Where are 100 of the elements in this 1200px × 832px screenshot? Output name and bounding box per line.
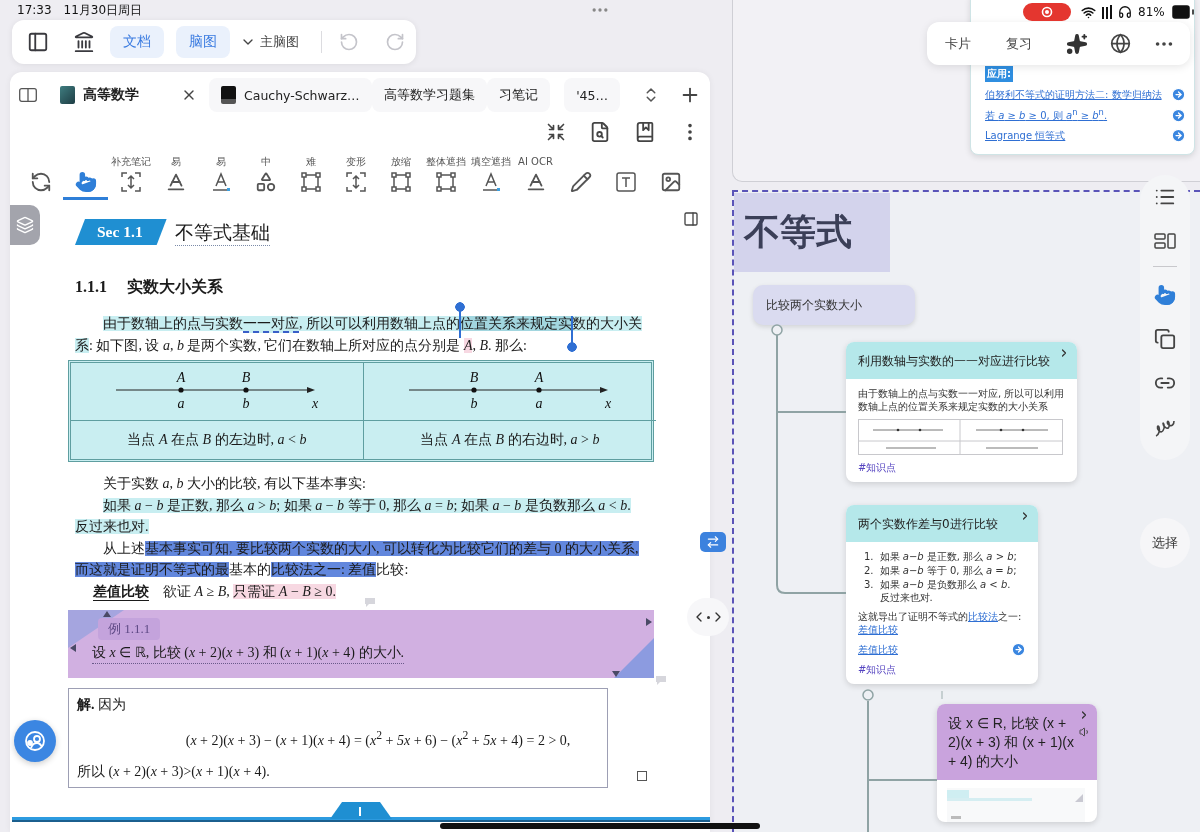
subsection-title: 实数大小关系	[127, 277, 223, 297]
status-time: 17:33	[17, 3, 52, 17]
card-link[interactable]: 若 a ≥ b ≥ 0, 则 a$^{n}$ ≥ b$^{n}$.	[985, 107, 1108, 124]
page-track[interactable]	[12, 802, 710, 822]
card-tag[interactable]: #知识点	[858, 663, 1026, 676]
panel-toggle-icon[interactable]	[683, 211, 699, 227]
frame-icon	[299, 171, 322, 193]
mindmap-card[interactable]: 设 x ∈ R, 比较 (x + 2)(x + 3) 和 (x + 1)(x + 4) 的大小	[937, 704, 1097, 822]
example-text: 设 x ∈ ℝ, 比较 (x + 2)(x + 3) 和 (x + 1)(x + 4) 的大小.	[92, 643, 405, 664]
highlighted-text: , 所以可以利用数轴上点的	[299, 316, 460, 331]
expand-frame-icon	[344, 171, 367, 193]
triangle-marker-icon[interactable]	[646, 618, 652, 626]
tool-button[interactable]: 中	[243, 152, 288, 200]
triangle-marker-icon[interactable]	[612, 671, 620, 677]
point-marker	[536, 386, 542, 393]
pane-resize-handle[interactable]	[687, 598, 729, 636]
inline-link[interactable]: 差值比较	[858, 624, 898, 635]
list-text: 如果 a−b 是正数, 那么 a > b;	[879, 550, 1017, 563]
mindmap-card[interactable]: 利用数轴与实数的一一对应进行比较 由于数轴上的点与实数一一对应, 所以可以利用数轴上点的位置关系来规定实数的大小关系 #知识点	[846, 342, 1077, 482]
card-title: 两个实数作差与0进行比较	[858, 517, 998, 531]
solution-formula: (x + 2)(x + 3) − (x + 1)(x + 4) = (x$^{2}$ + 5x + 6) − (x$^{2}$ + 5x + 4) = 2 > 0,	[185, 727, 571, 750]
toolbar-text-button[interactable]: 复习	[998, 34, 1040, 53]
triangle-marker-icon[interactable]	[103, 611, 111, 617]
mindmap-card[interactable]: 两个实数作差与0进行比较 1. 如果 a−b 是正数, 那么 a > b; 2. 如果 a−b 等于 0, 那么 a = b; 3. 如果 a−b 是负数那么 a < b. 反过来也对. 这就导出了证明不等式的比较法之一: 差值比较 差值比较 #知识点	[846, 505, 1038, 684]
card-title: 设 x ∈ R, 比较 (x + 2)(x + 3) 和 (x + 1)(x + 4) 的大小	[948, 715, 1075, 769]
selected-text: 位置关系来规定实	[460, 316, 572, 331]
point-label: A	[176, 369, 186, 385]
copy-icon	[1154, 328, 1176, 350]
tool-button[interactable]: 变形	[333, 152, 378, 200]
card-tag[interactable]: #知识点	[858, 461, 1065, 474]
split-view-icon	[19, 88, 37, 102]
shapes-icon	[254, 171, 277, 193]
document-tab[interactable]: '45…	[564, 78, 620, 112]
card-link[interactable]: 伯努利不等式的证明方法二: 数学归纳法	[985, 87, 1162, 102]
highlighted-text: 系	[75, 337, 89, 353]
root-node[interactable]: 不等式	[734, 193, 890, 272]
tool-button[interactable]: 难	[288, 152, 333, 200]
signal-icon	[1102, 5, 1112, 19]
axis-label: x	[311, 395, 319, 411]
triangle-marker-icon[interactable]	[70, 644, 76, 652]
user-circle-icon	[23, 729, 47, 753]
card-link[interactable]: Lagrange 恒等式	[985, 128, 1066, 143]
figure-caption: 当点 A 在点 B 的左边时, a < b	[127, 431, 307, 450]
frame-icon	[434, 171, 457, 193]
point-marker	[243, 386, 249, 393]
point-label: B	[241, 369, 251, 385]
pencil-icon	[569, 171, 592, 193]
tool-button[interactable]: 整体遮挡	[423, 152, 468, 200]
view-tab[interactable]: 脑图	[176, 26, 230, 58]
card-title: 利用数轴与实数的一一对应进行比较	[858, 354, 1050, 368]
book-thumbnail-icon	[60, 86, 75, 104]
tool-button[interactable]: 补充笔记	[108, 152, 153, 200]
assistant-button[interactable]	[14, 720, 56, 762]
tool-button[interactable]: 放缩	[378, 152, 423, 200]
tool-button[interactable]: 填空遮挡	[468, 152, 513, 200]
pointer-hand-icon	[74, 171, 97, 193]
document-search-icon[interactable]	[589, 121, 611, 143]
view-tab[interactable]: 文档	[110, 26, 164, 58]
paragraph-text: : 如下图, 设 a, b 是两个实数, 它们在数轴上所对应的点分别是	[89, 337, 462, 353]
expand-frame-icon	[119, 171, 142, 193]
subsection-number: 1.1.1	[75, 277, 107, 297]
highlighted-text: 比较法之一: 差值	[271, 562, 377, 577]
corner-fold-icon	[68, 610, 124, 648]
branch-node[interactable]: 比较两个实数大小	[753, 285, 915, 325]
sparkle-icon[interactable]	[1066, 32, 1088, 55]
card-link[interactable]: 差值比较	[858, 643, 898, 656]
web-globe-icon[interactable]	[1110, 33, 1131, 54]
mindmap-dropdown[interactable]: 主脑图	[238, 27, 301, 57]
document-tab[interactable]: 习笔记	[486, 78, 550, 112]
collapse-handle-icon[interactable]	[771, 324, 783, 336]
point-label: B	[469, 369, 479, 385]
card-paragraph: 这就导出了证明不等式的比较法之一: 差值比较	[858, 610, 1023, 636]
inline-link[interactable]: 比较法	[968, 611, 998, 622]
document-tab[interactable]: Cauchy-Schwarz…	[209, 78, 372, 112]
collapse-handle-icon[interactable]	[862, 689, 874, 701]
image-icon	[659, 171, 682, 193]
sidebar-icon	[27, 31, 49, 53]
highlighted-text: 反过来也对.	[75, 519, 149, 534]
redo-icon	[385, 32, 405, 52]
connector-line	[941, 690, 943, 700]
document-thumbnail-icon	[221, 86, 236, 104]
highlighted-text: 只需证 A − B ≥ 0.	[233, 583, 337, 599]
frame-icon	[389, 171, 412, 193]
figure-caption: 当点 A 在点 B 的右边时, a > b	[420, 431, 600, 450]
card-heading: 应用:	[985, 66, 1013, 82]
speaker-icon[interactable]	[1079, 726, 1091, 738]
corner-fold-icon	[614, 638, 654, 678]
document-tab[interactable]: 高等数学习题集	[371, 78, 487, 112]
bookmark-icon[interactable]	[634, 121, 656, 143]
tool-button[interactable]: 易	[198, 152, 243, 200]
point-marker	[471, 386, 477, 393]
tool-button[interactable]: AI OCR	[513, 152, 558, 200]
pointer-hand-icon	[1154, 284, 1176, 306]
list-number: 1.	[864, 550, 874, 563]
list-text: 如果 a−b 等于 0, 那么 a = b;	[879, 564, 1017, 577]
swap-panes-button[interactable]	[700, 532, 726, 552]
collapse-arrows-icon[interactable]	[546, 122, 566, 142]
tool-button[interactable]: 易	[153, 152, 198, 200]
bank-icon	[73, 31, 95, 53]
section-title: 不等式基础	[174, 218, 270, 246]
